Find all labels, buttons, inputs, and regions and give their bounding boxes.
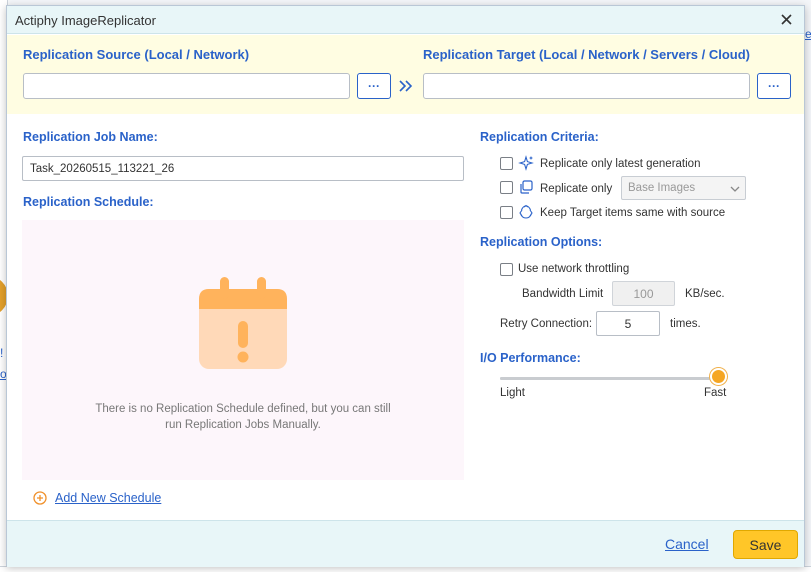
schedule-empty-message: There is no Replication Schedule defined… (22, 401, 464, 433)
chevron-down-icon (730, 186, 740, 192)
source-browse-button[interactable]: ··· (357, 73, 391, 99)
schedule-empty-area: There is no Replication Schedule defined… (22, 220, 464, 480)
source-path-input[interactable] (23, 73, 350, 99)
target-path-input[interactable] (423, 73, 750, 99)
replicate-only-label: Replicate only (540, 183, 613, 195)
dialog-footer: Cancel Save (7, 520, 804, 567)
add-schedule-label: Add New Schedule (55, 491, 162, 505)
slider-max-label: Fast (704, 387, 727, 399)
latest-generation-label: Replicate only latest generation (540, 158, 701, 170)
job-name-input[interactable] (22, 156, 464, 181)
network-throttling-label: Use network throttling (518, 263, 630, 275)
bandwidth-limit-input[interactable] (612, 281, 675, 306)
network-throttling-checkbox[interactable] (500, 263, 513, 276)
background-link-fragment: e (805, 27, 811, 41)
latest-generation-checkbox[interactable] (500, 157, 513, 170)
add-circle-icon (33, 491, 47, 505)
recycle-icon (519, 204, 533, 219)
copy-icon (520, 180, 533, 194)
schedule-label: Replication Schedule: (23, 195, 154, 209)
target-label: Replication Target (Local / Network / Se… (423, 47, 750, 62)
retry-unit-label: times. (670, 318, 701, 330)
source-target-band: Replication Source (Local / Network) ···… (7, 35, 804, 114)
slider-thumb[interactable] (710, 368, 727, 385)
source-browse-label: ··· (368, 79, 380, 93)
bandwidth-limit-label: Bandwidth Limit (522, 288, 604, 300)
target-browse-label: ··· (768, 79, 780, 93)
calendar-warning-icon (199, 277, 287, 369)
bandwidth-unit-label: KB/sec. (685, 288, 725, 300)
source-label: Replication Source (Local / Network) (23, 47, 250, 62)
image-type-select[interactable]: Base Images (621, 176, 746, 200)
slider-min-label: Light (500, 387, 525, 399)
sparkle-icon (518, 155, 534, 171)
dialog-title: Actiphy ImageReplicator (15, 13, 156, 28)
target-browse-button[interactable]: ··· (757, 73, 791, 99)
replicator-dialog: Actiphy ImageReplicator Replication Sour… (6, 5, 805, 567)
close-icon (781, 14, 792, 25)
background-text-fragment: ! (0, 346, 4, 360)
close-button[interactable] (776, 9, 798, 31)
io-performance-label: I/O Performance: (480, 351, 581, 365)
dialog-titlebar: Actiphy ImageReplicator (7, 6, 804, 34)
slider-fill (500, 377, 718, 380)
schedule-empty-line1: There is no Replication Schedule defined… (95, 403, 391, 415)
criteria-label: Replication Criteria: (480, 130, 599, 144)
cancel-button[interactable]: Cancel (665, 536, 709, 552)
retry-connection-label: Retry Connection: (500, 318, 593, 330)
io-performance-slider[interactable] (500, 377, 718, 380)
options-label: Replication Options: (480, 235, 603, 249)
double-chevron-right-icon (399, 80, 413, 92)
retry-connection-input[interactable] (596, 311, 660, 336)
image-type-value: Base Images (628, 182, 696, 194)
save-button[interactable]: Save (733, 530, 798, 559)
keep-target-same-label: Keep Target items same with source (540, 207, 726, 219)
replicate-only-checkbox[interactable] (500, 181, 513, 194)
schedule-empty-line2: run Replication Jobs Manually. (165, 419, 321, 431)
job-name-label: Replication Job Name: (23, 130, 158, 144)
keep-target-same-checkbox[interactable] (500, 206, 513, 219)
